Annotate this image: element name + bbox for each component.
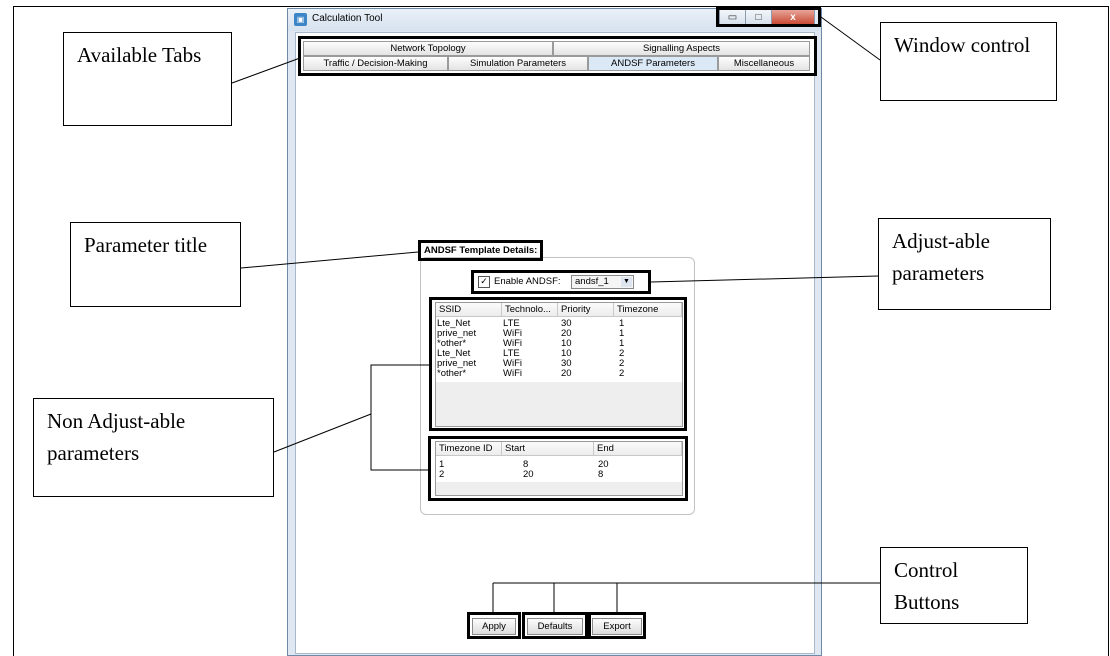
adjustable-connector	[650, 275, 879, 283]
non-adjustable-connector	[273, 413, 372, 453]
callout-available-tabs: Available Tabs	[63, 32, 232, 126]
callout-control-buttons: Control Buttons	[880, 547, 1028, 624]
callout-adjustable-parameters: Adjust-able parameters	[878, 218, 1051, 310]
non-adjustable-bracket	[370, 364, 430, 471]
callout-parameter-title: Parameter title	[70, 222, 241, 307]
tabs-connector	[231, 57, 301, 84]
parameter-title-connector	[240, 251, 419, 269]
callout-non-adjustable-parameters: Non Adjust-able parameters	[33, 398, 274, 497]
callout-window-control: Window control	[880, 22, 1057, 101]
window-control-connector	[820, 16, 881, 61]
